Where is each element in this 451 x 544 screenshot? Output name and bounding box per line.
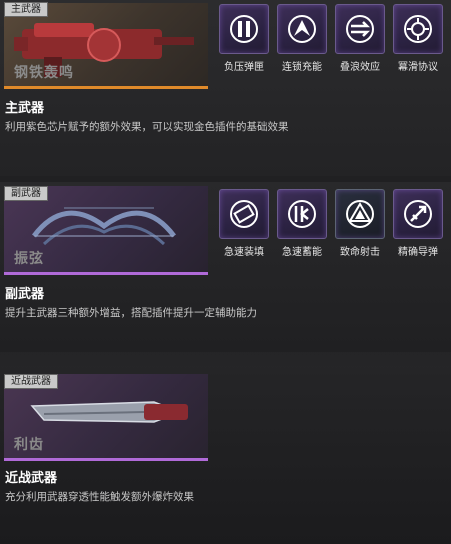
- lethal-shot-icon: [346, 200, 374, 228]
- mod-label: 冪滑协议: [398, 62, 438, 73]
- mod-rapid-charge[interactable]: 急速蓄能: [277, 189, 327, 258]
- melee-weapon-tag: 近战武器: [4, 374, 58, 389]
- mod-label: 精确导弹: [398, 247, 438, 258]
- secondary-weapon-name: 振弦: [14, 251, 44, 267]
- mod-label: 致命射击: [340, 247, 380, 258]
- magazine-icon: [230, 15, 258, 43]
- reload-icon: [230, 200, 258, 228]
- mod-chain-charge[interactable]: 连锁充能: [277, 4, 327, 73]
- melee-weapon-title: 近战武器: [5, 471, 58, 486]
- mod-label: 急速蓄能: [282, 247, 322, 258]
- primary-weapon-tag: 主武器: [4, 2, 48, 17]
- missile-icon: [404, 200, 432, 228]
- mod-label: 急速装填: [224, 247, 264, 258]
- secondary-weapon-tag: 副武器: [4, 186, 48, 201]
- charge-icon: [288, 200, 316, 228]
- mod-label: 叠浪效应: [340, 62, 380, 73]
- mod-lethal-shot[interactable]: 致命射击: [335, 189, 385, 258]
- mod-label: 负压弹匣: [224, 62, 264, 73]
- wave-icon: [346, 15, 374, 43]
- mod-negative-pressure-magazine[interactable]: 负压弹匣: [219, 4, 269, 73]
- mod-rapid-reload[interactable]: 急速装填: [219, 189, 269, 258]
- primary-weapon-title: 主武器: [5, 101, 45, 116]
- mod-slide-protocol[interactable]: 冪滑协议: [393, 4, 443, 73]
- chain-charge-icon: [288, 15, 316, 43]
- mod-label: 连锁充能: [282, 62, 322, 73]
- mod-precise-missile[interactable]: 精确导弹: [393, 189, 443, 258]
- gear-protocol-icon: [404, 15, 432, 43]
- primary-weapon-name: 钢铁轰鸣: [14, 65, 74, 81]
- secondary-weapon-description: 提升主武器三种额外增益，搭配插件提升一定辅助能力: [5, 307, 257, 319]
- melee-weapon-name: 利齿: [14, 437, 44, 453]
- primary-weapon-description: 利用紫色芯片赋予的额外效果，可以实现金色插件的基础效果: [5, 121, 289, 133]
- mod-wave-effect[interactable]: 叠浪效应: [335, 4, 385, 73]
- secondary-weapon-title: 副武器: [5, 287, 45, 302]
- melee-weapon-description: 充分利用武器穿透性能触发额外爆炸效果: [5, 491, 194, 503]
